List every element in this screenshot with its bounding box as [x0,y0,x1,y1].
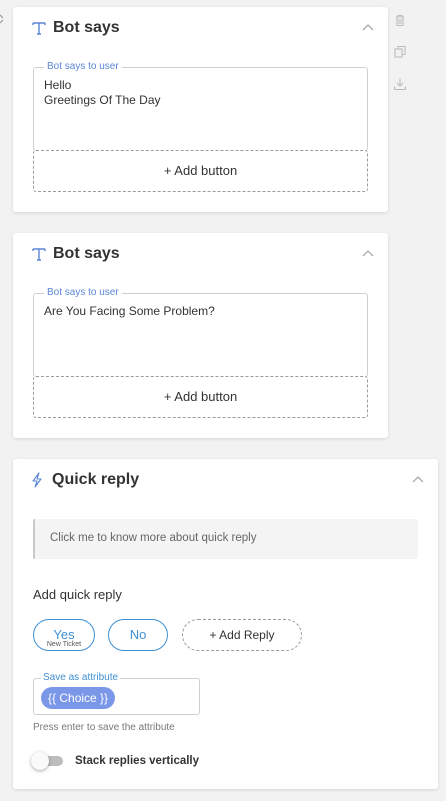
close-icon[interactable] [0,13,4,25]
trash-icon[interactable] [393,13,407,27]
card-title: Quick reply [52,471,140,488]
message-line: Greetings Of The Day [44,93,161,107]
reply-yes-button[interactable]: Yes New Ticket [33,619,95,651]
reply-label: Yes [53,627,75,642]
text-type-icon [32,248,46,261]
reply-sublabel: New Ticket [46,641,82,648]
chevron-up-icon[interactable] [412,475,424,483]
attribute-hint: Press enter to save the attribute [33,722,175,733]
quick-reply-info-link[interactable]: Click me to know more about quick reply [33,519,418,559]
card-header: Bot says [13,7,388,51]
card-title: Bot says [53,19,120,36]
text-type-icon [32,22,46,35]
message-line: Hello [44,78,72,92]
bot-says-card-2: Bot says Bot says to user Are You Facing… [13,233,388,438]
duplicate-icon[interactable] [393,45,407,59]
lightning-icon [32,472,42,488]
bot-says-card-1: Bot says Bot says to user Hello Greeting… [13,7,388,212]
attribute-chip[interactable]: {{ Choice }} [41,687,116,709]
card-title: Bot says [53,245,120,262]
card-header: Quick reply [13,459,438,503]
save-attribute-field[interactable]: Save as attribute {{ Choice }} [33,672,200,715]
reply-no-button[interactable]: No [108,619,168,651]
stack-replies-label: Stack replies vertically [75,755,200,767]
card-header: Bot says [13,233,388,277]
bot-message-field[interactable]: Bot says to user Are You Facing Some Pro… [33,287,368,377]
toggle-knob [31,752,49,770]
add-button[interactable]: + Add button [33,150,368,192]
reply-label: No [129,627,147,642]
message-line: Are You Facing Some Problem? [44,304,215,318]
attribute-label: Save as attribute [41,672,121,684]
field-label: Bot says to user [44,287,122,299]
download-icon[interactable] [393,77,407,91]
chevron-up-icon[interactable] [362,249,374,257]
chevron-up-icon[interactable] [362,23,374,31]
field-label: Bot says to user [44,61,122,73]
bot-message-field[interactable]: Bot says to user Hello Greetings Of The … [33,61,368,151]
info-text: Click me to know more about quick reply [50,532,257,544]
stack-replies-toggle[interactable] [31,752,64,770]
add-button[interactable]: + Add button [33,376,368,418]
add-reply-button[interactable]: + Add Reply [182,619,302,651]
add-quick-reply-label: Add quick reply [33,587,122,602]
